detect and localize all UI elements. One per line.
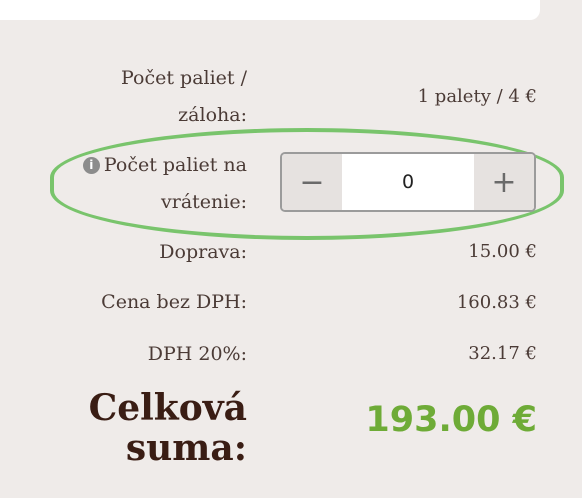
increment-button[interactable]: + (474, 154, 534, 210)
shipping-value: 15.00 € (468, 241, 537, 262)
pallets-deposit-label-line1: Počet paliet / (121, 67, 247, 89)
top-card (0, 0, 540, 20)
pallets-deposit-value: 1 palety / 4 € (417, 86, 537, 107)
stepper-value-input[interactable]: 0 (342, 154, 474, 210)
vat-value: 32.17 € (468, 343, 537, 364)
pallets-deposit-label: Počet paliet / záloha: (121, 60, 247, 134)
total-label-line1: Celková (88, 387, 247, 429)
decrement-button[interactable]: − (282, 154, 342, 210)
vat-label: DPH 20%: (147, 343, 247, 365)
shipping-label: Doprava: (159, 241, 247, 263)
net-price-label: Cena bez DPH: (101, 291, 247, 313)
total-value: 193.00 € (365, 400, 537, 440)
pallets-deposit-label-line2: záloha: (178, 104, 247, 126)
pallets-return-stepper[interactable]: − 0 + (280, 152, 536, 212)
total-label: Celková suma: (89, 388, 247, 468)
net-price-value: 160.83 € (456, 292, 537, 313)
total-label-line2: suma: (125, 427, 247, 469)
